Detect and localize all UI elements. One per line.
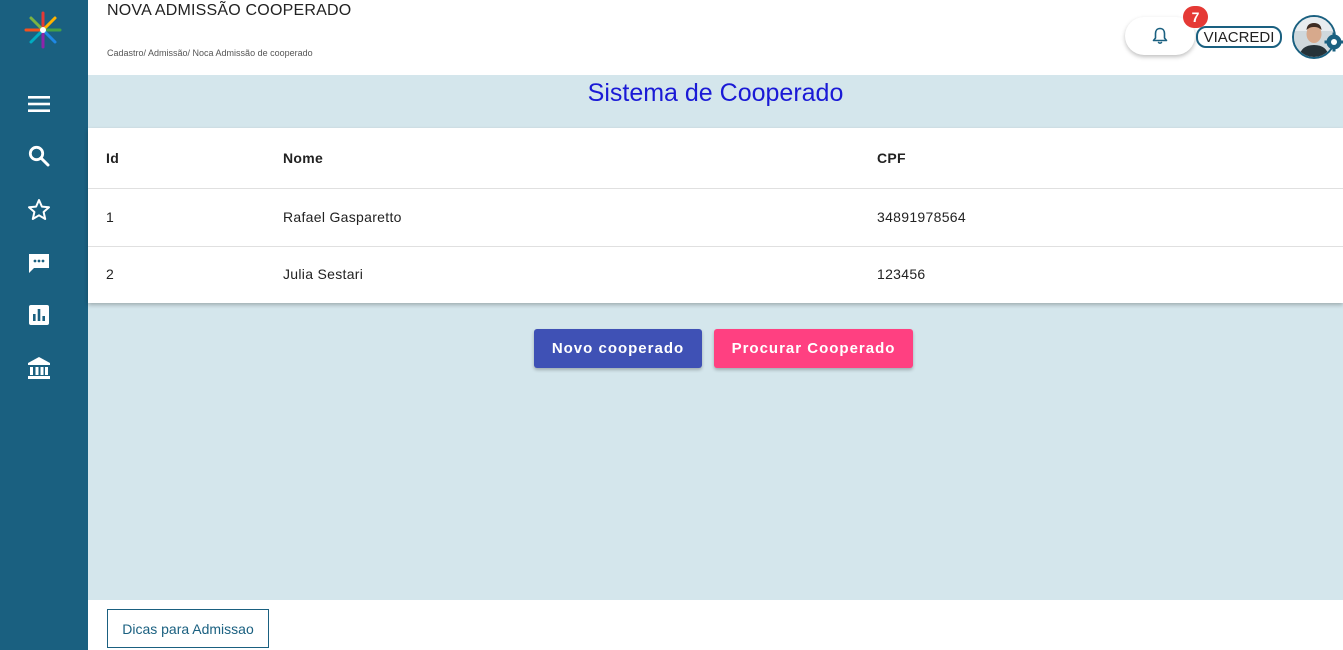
admission-tips-button[interactable]: Dicas para Admissao xyxy=(107,609,269,648)
bell-icon xyxy=(1152,27,1168,45)
bank-icon[interactable] xyxy=(25,354,53,382)
table-header-row: Id Nome CPF xyxy=(88,128,1343,189)
cell-id: 2 xyxy=(106,266,115,282)
table-row[interactable]: 2 Julia Sestari 123456 xyxy=(88,247,1343,303)
chat-icon[interactable] xyxy=(25,249,53,277)
cell-nome: Julia Sestari xyxy=(283,266,364,282)
cell-id: 1 xyxy=(106,209,115,225)
column-header-nome: Nome xyxy=(283,150,324,166)
organization-chip[interactable]: VIACREDI xyxy=(1196,26,1282,48)
bar-chart-icon[interactable] xyxy=(25,301,53,329)
top-header: NOVA ADMISSÃO COOPERADO Cadastro/ Admiss… xyxy=(88,0,1343,75)
page-title: NOVA ADMISSÃO COOPERADO xyxy=(107,2,352,19)
new-cooperado-button[interactable]: Novo cooperado xyxy=(534,329,702,368)
app-logo xyxy=(24,11,62,49)
table-row[interactable]: 1 Rafael Gasparetto 34891978564 xyxy=(88,189,1343,247)
cooperados-table: Id Nome CPF 1 Rafael Gasparetto 34891978… xyxy=(88,128,1343,303)
column-header-id: Id xyxy=(106,150,120,166)
cell-cpf: 123456 xyxy=(877,266,926,282)
breadcrumb: Cadastro/ Admissão/ Noca Admissão de coo… xyxy=(107,48,313,58)
star-icon[interactable] xyxy=(25,196,53,224)
search-icon[interactable] xyxy=(25,142,53,170)
cell-cpf: 34891978564 xyxy=(877,209,966,225)
system-title: Sistema de Cooperado xyxy=(587,79,844,107)
column-header-cpf: CPF xyxy=(877,150,906,166)
footer: Dicas para Admissao xyxy=(88,600,1343,650)
search-cooperado-button[interactable]: Procurar Cooperado xyxy=(714,329,913,368)
cell-nome: Rafael Gasparetto xyxy=(283,209,402,225)
notification-count-badge: 7 xyxy=(1183,6,1208,28)
main-content: Sistema de Cooperado Id Nome CPF 1 Rafae… xyxy=(88,75,1343,600)
settings-gear-icon[interactable] xyxy=(1324,32,1343,52)
menu-icon[interactable] xyxy=(25,90,53,118)
sidebar xyxy=(0,0,88,650)
